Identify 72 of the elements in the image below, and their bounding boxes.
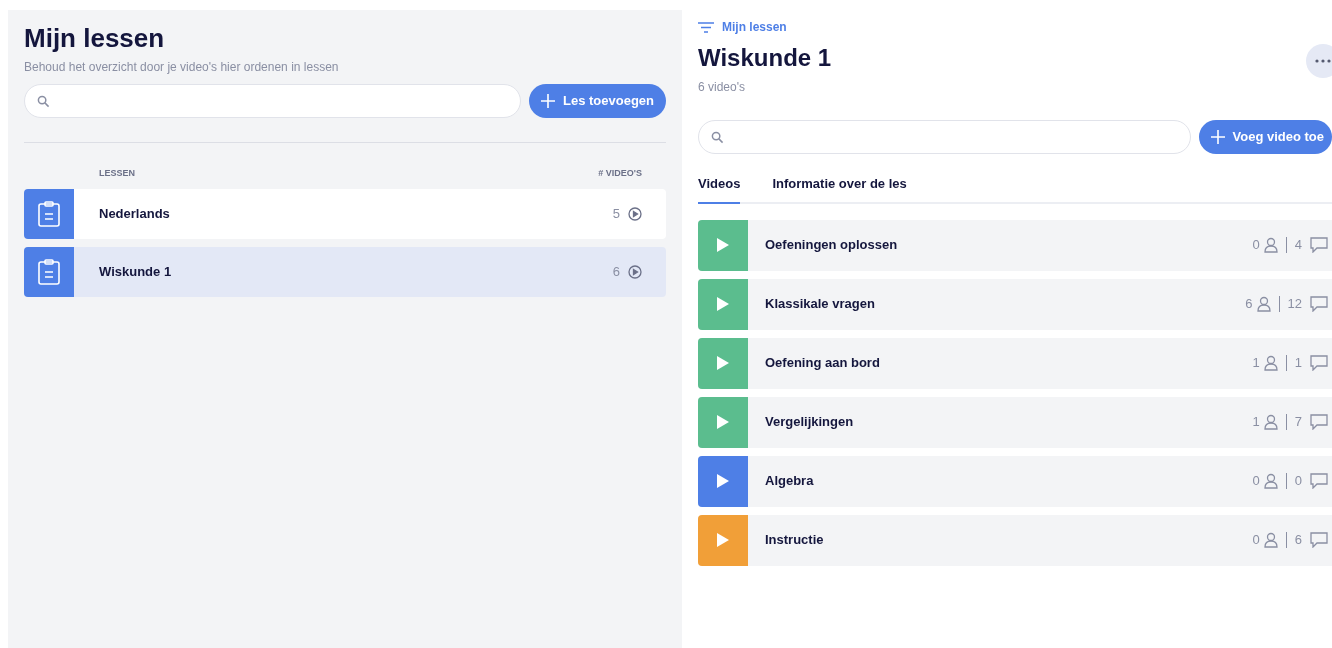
person-icon [1256,296,1271,312]
person-icon [1263,355,1278,371]
person-icon [1263,237,1278,253]
column-header: # VIDEO'S [598,167,642,180]
video-title: Vergelijkingen [765,413,855,432]
play-circle-icon [628,206,642,221]
video-row[interactable]: Instructie 0 6 [698,514,1332,566]
person-icon [1263,473,1278,489]
more-icon [1315,59,1331,63]
play-icon [717,415,729,429]
page-subtitle: Behoud het overzicht door je video's hier ordenen in lessen [24,59,340,76]
comment-icon [1310,296,1328,312]
viewer-count: 1 [1252,413,1260,432]
viewer-count: 1 [1252,354,1260,373]
lesson-row[interactable]: Nederlands 5 [24,188,666,239]
filter-icon [698,21,714,33]
video-count: 6 [612,262,620,281]
tab[interactable]: Informatie over de les [772,174,907,204]
comment-count: 4 [1294,236,1302,255]
comment-count: 1 [1294,354,1302,373]
plus-icon [1210,130,1225,144]
search-icon [37,94,50,108]
video-count: 5 [612,204,620,223]
viewer-count: 0 [1252,531,1260,550]
play-icon [717,474,729,488]
clipboard-icon [38,200,60,227]
video-title: Instructie [765,531,825,550]
lesson-name: Nederlands [99,204,171,223]
comment-icon [1310,532,1328,548]
video-title: Klassikale vragen [765,295,876,314]
add-lesson-button[interactable]: Les toevoegen [528,84,666,118]
plus-icon [540,94,555,108]
comment-count: 6 [1294,531,1302,550]
video-title: Oefeningen oplossen [765,236,899,255]
viewer-count: 6 [1245,295,1253,314]
search-field[interactable] [24,84,521,118]
play-icon [717,533,729,547]
tab[interactable]: Videos [698,174,741,204]
comment-count: 7 [1294,413,1302,432]
lesson-title: Wiskunde 1 [698,44,832,72]
clipboard-icon [38,258,60,285]
viewer-count: 0 [1252,472,1260,491]
video-row[interactable]: Klassikale vragen 6 12 [698,278,1332,330]
comment-icon [1310,237,1328,253]
play-icon [717,356,729,370]
page-title: Mijn lessen [24,22,166,54]
viewer-count: 0 [1252,236,1260,255]
video-count: 6 video's [698,79,746,96]
search-icon [711,130,724,144]
video-row[interactable]: Oefening aan bord 1 1 [698,337,1332,389]
video-row[interactable]: Vergelijkingen 1 7 [698,396,1332,448]
video-title: Oefening aan bord [765,354,881,373]
more-options-button[interactable] [1306,44,1332,78]
video-row[interactable]: Oefeningen oplossen 0 4 [698,219,1332,271]
person-icon [1263,532,1278,548]
comment-count: 0 [1294,472,1302,491]
lesson-row[interactable]: Wiskunde 1 6 [24,246,666,297]
video-title: Algebra [765,472,815,491]
play-circle-icon [628,264,642,279]
video-row[interactable]: Algebra 0 0 [698,455,1332,507]
play-icon [717,297,729,311]
comment-icon [1310,414,1328,430]
comment-count: 12 [1287,295,1302,314]
column-header: LESSEN [99,167,135,180]
lesson-name: Wiskunde 1 [99,262,173,281]
comment-icon [1310,473,1328,489]
comment-icon [1310,355,1328,371]
add-video-button[interactable]: Voeg video toe [1198,120,1332,154]
person-icon [1263,414,1278,430]
play-icon [717,238,729,252]
back-link[interactable]: Mijn lessen [698,18,787,36]
search-field[interactable] [698,120,1191,154]
